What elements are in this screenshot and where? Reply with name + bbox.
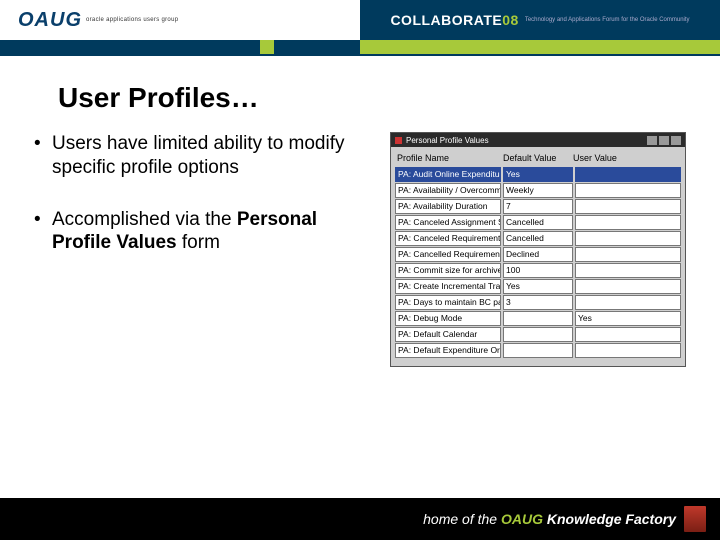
- table-row[interactable]: PA: Commit size for archive an100: [395, 263, 681, 278]
- col-header-profile: Profile Name: [397, 153, 503, 163]
- profile-name-cell[interactable]: PA: Canceled Requirement Sta: [395, 231, 501, 246]
- bullet-list: Users have limited ability to modify spe…: [34, 132, 374, 367]
- default-value-cell[interactable]: Declined: [503, 247, 573, 262]
- footer-brand: OAUG: [501, 511, 543, 527]
- profile-name-cell[interactable]: PA: Create Incremental Transa: [395, 279, 501, 294]
- user-value-cell[interactable]: [575, 343, 681, 358]
- user-value-cell[interactable]: [575, 263, 681, 278]
- default-value-cell[interactable]: [503, 343, 573, 358]
- profile-name-cell[interactable]: PA: Audit Online Expenditure E: [395, 167, 501, 182]
- header-accent-bars: [0, 40, 720, 54]
- default-value-cell[interactable]: 3: [503, 295, 573, 310]
- table-row[interactable]: PA: Days to maintain BC packe3: [395, 295, 681, 310]
- user-value-cell[interactable]: [575, 327, 681, 342]
- profile-name-cell[interactable]: PA: Days to maintain BC packe: [395, 295, 501, 310]
- form-rows: PA: Audit Online Expenditure EYesPA: Ava…: [395, 167, 681, 358]
- header-bar: OAUG oracle applications users group COL…: [0, 0, 720, 56]
- user-value-cell[interactable]: [575, 215, 681, 230]
- footer-suffix: Knowledge Factory: [543, 511, 676, 527]
- titlebar-dot-icon: [395, 137, 402, 144]
- bullet-text: Users have limited ability to modify spe…: [52, 133, 345, 178]
- table-row[interactable]: PA: Availability / OvercommitmWeekly: [395, 183, 681, 198]
- col-header-default: Default Value: [503, 153, 573, 163]
- user-value-cell[interactable]: [575, 279, 681, 294]
- col-header-user: User Value: [573, 153, 681, 163]
- form-titlebar: Personal Profile Values: [391, 133, 685, 147]
- collab-prefix: COLLABORATE: [390, 12, 502, 28]
- table-row[interactable]: PA: Canceled Assignment StatuCancelled: [395, 215, 681, 230]
- profile-name-cell[interactable]: PA: Canceled Assignment Statu: [395, 215, 501, 230]
- default-value-cell[interactable]: [503, 311, 573, 326]
- form-screenshot: Personal Profile Values Profile Name Def…: [390, 132, 686, 367]
- default-value-cell[interactable]: 100: [503, 263, 573, 278]
- profile-name-cell[interactable]: PA: Debug Mode: [395, 311, 501, 326]
- slide-body: User Profiles… Users have limited abilit…: [0, 56, 720, 367]
- profile-name-cell[interactable]: PA: Availability / Overcommitm: [395, 183, 501, 198]
- form-window-title: Personal Profile Values: [406, 136, 489, 145]
- user-value-cell[interactable]: [575, 183, 681, 198]
- table-row[interactable]: PA: Audit Online Expenditure EYes: [395, 167, 681, 182]
- minimize-icon[interactable]: [647, 136, 657, 145]
- table-row[interactable]: PA: Default Expenditure Organi: [395, 343, 681, 358]
- footer-text: home of the OAUG Knowledge Factory: [423, 511, 676, 527]
- close-icon[interactable]: [671, 136, 681, 145]
- slide-title: User Profiles…: [58, 82, 686, 114]
- profile-name-cell[interactable]: PA: Cancelled Requirement's C: [395, 247, 501, 262]
- logo-text: OAUG: [18, 9, 82, 32]
- user-value-cell[interactable]: [575, 167, 681, 182]
- maximize-icon[interactable]: [659, 136, 669, 145]
- default-value-cell[interactable]: Yes: [503, 167, 573, 182]
- default-value-cell[interactable]: Yes: [503, 279, 573, 294]
- user-value-cell[interactable]: [575, 295, 681, 310]
- form-column-headers: Profile Name Default Value User Value: [395, 153, 681, 163]
- table-row[interactable]: PA: Default Calendar: [395, 327, 681, 342]
- logo-subtitle: oracle applications users group: [86, 17, 178, 23]
- user-value-cell[interactable]: Yes: [575, 311, 681, 326]
- factory-icon: [684, 506, 706, 532]
- profile-name-cell[interactable]: PA: Default Calendar: [395, 327, 501, 342]
- default-value-cell[interactable]: [503, 327, 573, 342]
- default-value-cell[interactable]: Cancelled: [503, 231, 573, 246]
- footer-prefix: home of the: [423, 511, 501, 527]
- footer-bar: home of the OAUG Knowledge Factory: [0, 498, 720, 540]
- collab-number: 08: [502, 12, 519, 28]
- table-row[interactable]: PA: Create Incremental TransaYes: [395, 279, 681, 294]
- default-value-cell[interactable]: 7: [503, 199, 573, 214]
- profile-name-cell[interactable]: PA: Default Expenditure Organi: [395, 343, 501, 358]
- table-row[interactable]: PA: Cancelled Requirement's CDeclined: [395, 247, 681, 262]
- profile-name-cell[interactable]: PA: Commit size for archive an: [395, 263, 501, 278]
- collab-label: COLLABORATE08: [390, 12, 518, 28]
- default-value-cell[interactable]: Weekly: [503, 183, 573, 198]
- user-value-cell[interactable]: [575, 231, 681, 246]
- collab-tagline: Technology and Applications Forum for th…: [525, 17, 690, 23]
- form-window: Personal Profile Values Profile Name Def…: [390, 132, 686, 367]
- bullet-text: form: [177, 232, 220, 253]
- table-row[interactable]: PA: Debug Mode Yes: [395, 311, 681, 326]
- bullet-item: Users have limited ability to modify spe…: [34, 132, 374, 180]
- user-value-cell[interactable]: [575, 199, 681, 214]
- table-row[interactable]: PA: Canceled Requirement StaCancelled: [395, 231, 681, 246]
- logo-block: OAUG oracle applications users group: [0, 0, 360, 40]
- default-value-cell[interactable]: Cancelled: [503, 215, 573, 230]
- bullet-item: Accomplished via the Personal Profile Va…: [34, 208, 374, 256]
- bullet-text: Accomplished via the: [52, 209, 237, 230]
- collaborate-banner: COLLABORATE08 Technology and Application…: [360, 0, 720, 40]
- user-value-cell[interactable]: [575, 247, 681, 262]
- table-row[interactable]: PA: Availability Duration7: [395, 199, 681, 214]
- profile-name-cell[interactable]: PA: Availability Duration: [395, 199, 501, 214]
